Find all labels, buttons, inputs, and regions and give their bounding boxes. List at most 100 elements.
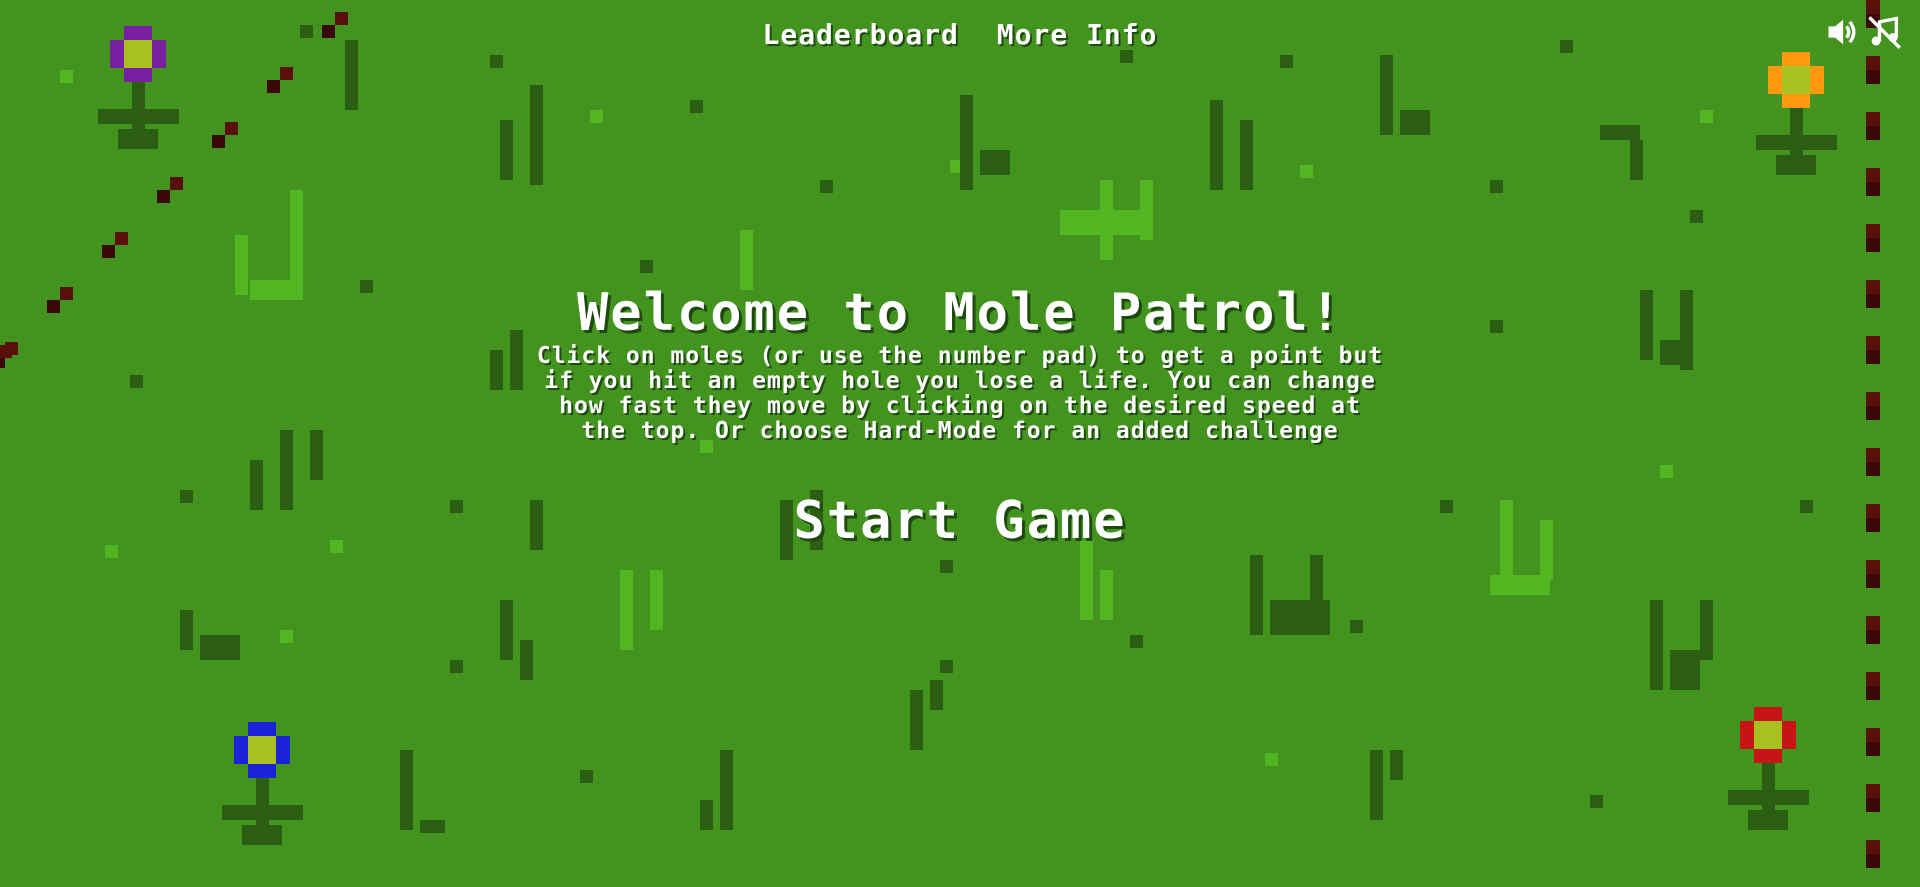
grass-tuft — [1700, 600, 1713, 660]
leaderboard-link[interactable]: Leaderboard — [762, 18, 958, 51]
grass-tuft — [1400, 110, 1430, 135]
flower-blue-center — [248, 736, 276, 764]
flower-purple-petal — [124, 68, 152, 82]
grass-tuft-light — [235, 235, 248, 295]
fence-post — [1866, 798, 1880, 812]
instructions-text: Click on moles (or use the number pad) t… — [536, 343, 1384, 444]
fence-post — [1866, 616, 1880, 630]
grass-tuft — [310, 430, 323, 480]
grass-speck — [640, 260, 653, 273]
music-muted-icon[interactable] — [1866, 14, 1902, 50]
grass-speck — [180, 490, 193, 503]
flower-red-leaf — [1748, 810, 1788, 830]
grass-tuft — [1600, 125, 1640, 140]
fence-post — [1866, 168, 1880, 182]
grass-tuft-light — [650, 570, 663, 630]
start-game-button[interactable]: Start Game — [793, 492, 1126, 550]
audio-controls — [1824, 14, 1902, 50]
top-nav: Leaderboard More Info — [0, 18, 1920, 51]
grass-speck — [1700, 110, 1713, 123]
flower-red-center — [1754, 721, 1782, 749]
fence-post — [1866, 672, 1880, 686]
flower-purple-leaf — [144, 109, 179, 124]
grass-tuft — [530, 85, 543, 185]
grass-tuft — [180, 610, 193, 650]
grass-tuft-light — [250, 280, 290, 300]
fence-post — [1866, 854, 1880, 868]
more-info-link[interactable]: More Info — [997, 18, 1158, 51]
grass-tuft-light — [1080, 540, 1093, 620]
fence-post — [1866, 784, 1880, 798]
flower-blue-petal — [248, 764, 276, 778]
grass-tuft — [500, 120, 513, 180]
grass-speck — [940, 560, 953, 573]
fence-post — [1866, 126, 1880, 140]
grass-speck — [450, 500, 463, 513]
grass-tuft-light — [1100, 570, 1113, 620]
fence-post — [1866, 742, 1880, 756]
grass-speck — [1590, 795, 1603, 808]
grass-speck — [1800, 500, 1813, 513]
fence-post — [1866, 448, 1880, 462]
grass-speck — [1130, 635, 1143, 648]
fence-post — [1866, 280, 1880, 294]
flower-orange-leaf — [1776, 155, 1816, 175]
flower-orange-leaf — [1756, 135, 1791, 150]
fence-post — [1866, 630, 1880, 644]
fence-post — [1866, 840, 1880, 854]
grass-tuft-light — [290, 190, 303, 300]
grass-tuft-light — [1060, 210, 1140, 235]
grass-speck — [820, 180, 833, 193]
grass-tuft — [720, 750, 733, 830]
grass-speck — [1350, 620, 1363, 633]
grass-tuft — [980, 150, 1010, 175]
grass-tuft — [1380, 55, 1393, 135]
grass-tuft-light — [1140, 180, 1153, 240]
grass-speck — [60, 70, 73, 83]
grass-tuft — [960, 95, 973, 190]
grass-tuft — [1240, 120, 1253, 190]
welcome-title: Welcome to Mole Patrol! — [576, 283, 1344, 343]
flower-blue-leaf — [268, 805, 303, 820]
flower-red-petal — [1754, 707, 1782, 721]
speaker-volume-icon[interactable] — [1824, 14, 1860, 50]
vine-dot — [0, 345, 12, 358]
flower-orange-center — [1782, 66, 1810, 94]
fence-post — [1866, 728, 1880, 742]
fence-post — [1866, 238, 1880, 252]
flower-red-leaf — [1728, 790, 1763, 805]
fence-post — [1866, 294, 1880, 308]
grass-tuft-light — [1490, 575, 1550, 595]
grass-tuft-light — [1540, 520, 1553, 580]
grass-speck — [1120, 50, 1133, 63]
vine-dot — [102, 245, 115, 258]
grass-speck — [360, 280, 373, 293]
flower-blue-petal — [248, 722, 276, 736]
grass-speck — [450, 660, 463, 673]
vine-dot — [267, 80, 280, 93]
grass-tuft — [1660, 340, 1690, 365]
fence-post — [1866, 350, 1880, 364]
grass-speck — [940, 660, 953, 673]
grass-tuft-light — [740, 230, 753, 290]
vine-dot — [60, 287, 73, 300]
vine-dot — [157, 190, 170, 203]
vine-dot — [225, 122, 238, 135]
grass-speck — [1660, 465, 1673, 478]
grass-tuft — [1390, 750, 1403, 780]
grass-speck — [105, 545, 118, 558]
fence-post — [1866, 224, 1880, 238]
fence-post — [1866, 0, 1880, 14]
grass-tuft — [910, 690, 923, 750]
fence-post — [1866, 392, 1880, 406]
fence-post — [1866, 686, 1880, 700]
grass-speck — [1300, 165, 1313, 178]
grass-speck — [330, 540, 343, 553]
grass-tuft-light — [620, 570, 633, 650]
grass-tuft — [280, 430, 293, 510]
fence-post — [1866, 462, 1880, 476]
grass-tuft — [400, 750, 413, 830]
grass-tuft — [1640, 290, 1653, 360]
grass-tuft — [1370, 750, 1383, 820]
flower-blue-leaf — [242, 825, 282, 845]
